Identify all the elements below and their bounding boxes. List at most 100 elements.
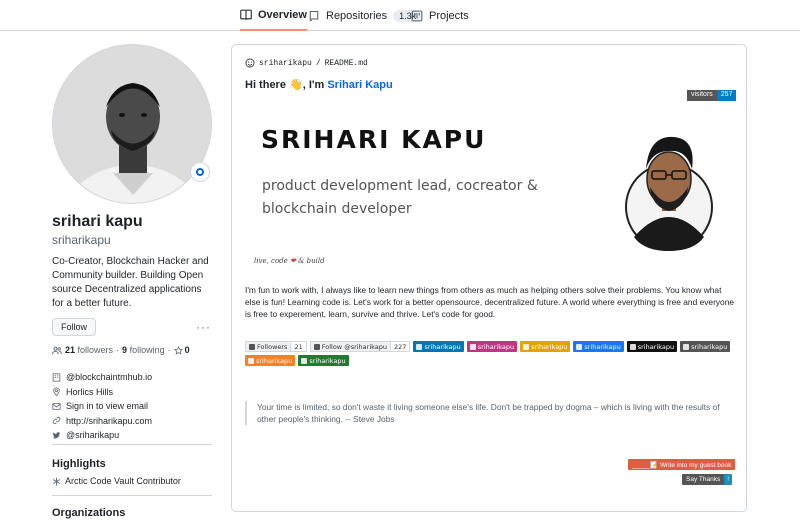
- social-badge[interactable]: sriharikapu: [298, 355, 349, 366]
- detail-org-text[interactable]: @blockchaintmhub.io: [66, 372, 152, 382]
- twitter-icon: [52, 431, 61, 438]
- detail-website: http://sriharikapu.com: [52, 414, 152, 428]
- stars-link[interactable]: 0: [173, 345, 190, 355]
- snowflake-icon: [52, 477, 61, 485]
- check-icon: [301, 357, 308, 364]
- social-badge-text: sriharikapu: [637, 342, 675, 351]
- social-badge-label: Followers: [245, 341, 292, 352]
- social-badge-text: sriharikapu: [584, 342, 621, 351]
- highlight-item-text: Arctic Code Vault Contributor: [65, 476, 181, 486]
- social-badge-count: 227: [391, 341, 411, 352]
- book-icon: [240, 9, 252, 20]
- greeting-prefix: Hi there 👋, I'm: [245, 79, 328, 91]
- status-emoji-button[interactable]: [190, 162, 210, 182]
- detail-org: @blockchaintmhub.io: [52, 370, 152, 384]
- location-icon: [53, 387, 60, 396]
- social-badge[interactable]: sriharikapu: [626, 341, 678, 352]
- separator-dot: ·: [116, 345, 120, 355]
- linkedin-icon: [416, 343, 423, 350]
- profile-username: sriharikapu: [52, 233, 111, 247]
- profile-tabs: Overview Repositories 1.3k Projects: [0, 0, 800, 31]
- signature-part-b: & build: [298, 257, 325, 265]
- social-badge[interactable]: sriharikapu: [466, 341, 518, 352]
- angellist-icon: [523, 343, 530, 350]
- social-badge-text: sriharikapu: [477, 342, 515, 351]
- following-count: 9: [122, 345, 128, 355]
- social-badge[interactable]: Follow @sriharikapu 227: [309, 341, 411, 352]
- medium-icon: [629, 343, 636, 350]
- profile-fullname: srihari kapu: [52, 213, 143, 230]
- readme-path-user[interactable]: sriharikapu: [259, 59, 312, 68]
- social-badge[interactable]: Followers 21: [245, 341, 307, 352]
- followers-link[interactable]: 21 followers: [65, 345, 113, 355]
- social-badge-text: sriharikapu: [256, 356, 293, 365]
- social-badge-text: Followers: [257, 342, 288, 351]
- sidebar-divider: [52, 495, 212, 496]
- telegram-icon: [683, 343, 690, 350]
- detail-twitter: @sriharikapu: [52, 428, 152, 442]
- followers-count: 21: [65, 345, 76, 355]
- sidebar-divider: [52, 444, 212, 445]
- github-icon: [249, 343, 255, 350]
- tab-repositories-label: Repositories: [326, 9, 388, 22]
- detail-email-text[interactable]: Sign in to view email: [66, 401, 148, 411]
- tab-overview[interactable]: Overview: [240, 0, 307, 31]
- say-thanks-badge[interactable]: Say Thanks !: [682, 474, 733, 485]
- social-badge-label: sriharikapu: [466, 341, 518, 352]
- tab-repositories[interactable]: Repositories 1.3k: [308, 0, 423, 31]
- readme-quote: Your time is limited, so don't waste it …: [245, 401, 737, 426]
- social-badge[interactable]: sriharikapu: [413, 341, 464, 352]
- follow-button[interactable]: Follow: [52, 318, 96, 336]
- signature-text: live, code ❤ & build: [254, 257, 325, 265]
- twitter-icon: [313, 343, 320, 350]
- detail-email: Sign in to view email: [52, 399, 152, 413]
- greeting-name-link[interactable]: Srihari Kapu: [327, 79, 392, 91]
- facebook-icon: [576, 343, 583, 350]
- signature-part-a: live, code: [254, 257, 288, 265]
- highlights-title: Highlights: [52, 458, 106, 470]
- social-badge-label: sriharikapu: [573, 341, 624, 352]
- smiley-icon: [245, 58, 255, 68]
- caricature-image: [625, 136, 713, 251]
- tab-projects-label: Projects: [429, 9, 469, 22]
- banner-name: SRIHARI KAPU: [261, 125, 487, 154]
- highlight-arctic-vault[interactable]: Arctic Code Vault Contributor: [52, 476, 181, 486]
- social-badge[interactable]: sriharikapu: [245, 355, 296, 366]
- tab-projects[interactable]: Projects: [411, 0, 469, 31]
- separator-dot: ·: [167, 345, 171, 355]
- social-badge-text: sriharikapu: [691, 342, 728, 351]
- readme-path-file[interactable]: README.md: [325, 59, 368, 68]
- status-icon: [196, 168, 204, 176]
- detail-location: Horlics Hills: [52, 385, 152, 399]
- organization-icon: [52, 372, 61, 382]
- readme-greeting: Hi there 👋, I'm Srihari Kapu: [245, 78, 393, 91]
- social-badge[interactable]: sriharikapu: [573, 341, 624, 352]
- profile-details: @blockchaintmhub.io Horlics Hills Sign i…: [52, 370, 152, 443]
- mail-icon: [52, 402, 61, 410]
- social-badge-label: sriharikapu: [680, 341, 731, 352]
- detail-website-text[interactable]: http://sriharikapu.com: [66, 416, 152, 426]
- stars-count: 0: [184, 345, 190, 355]
- instagram-icon: [469, 343, 476, 350]
- profile-bio: Co-Creator, Blockchain Hacker and Commun…: [52, 256, 209, 309]
- project-icon: [411, 10, 423, 21]
- social-badge[interactable]: sriharikapu: [520, 341, 571, 352]
- guestbook-badge[interactable]: _____📝 Write into my guest book: [628, 459, 736, 470]
- more-options-button[interactable]: ···: [196, 320, 211, 334]
- stackoverflow-icon: [248, 357, 254, 364]
- following-link[interactable]: 9 following: [122, 345, 165, 355]
- social-badge-label: sriharikapu: [413, 341, 464, 352]
- social-badge[interactable]: sriharikapu: [680, 341, 731, 352]
- heart-icon: ❤: [290, 257, 296, 265]
- follow-stats: 21 followers · 9 following · 0: [52, 345, 190, 355]
- readme-intro: I'm fun to work with, I always like to l…: [245, 285, 735, 320]
- detail-twitter-text[interactable]: @sriharikapu: [66, 430, 119, 440]
- avatar[interactable]: [52, 44, 212, 204]
- social-badges: Followers 21 Follow @sriharikapu 227 srihari…: [245, 341, 735, 366]
- say-thanks-label: Say Thanks: [682, 474, 725, 485]
- visitors-badge: visitors 257: [687, 90, 737, 101]
- social-badge-label: Follow @sriharikapu: [309, 341, 392, 352]
- detail-location-text: Horlics Hills: [66, 386, 113, 397]
- avatar-photo: [53, 45, 211, 203]
- organizations-title: Organizations: [52, 507, 126, 519]
